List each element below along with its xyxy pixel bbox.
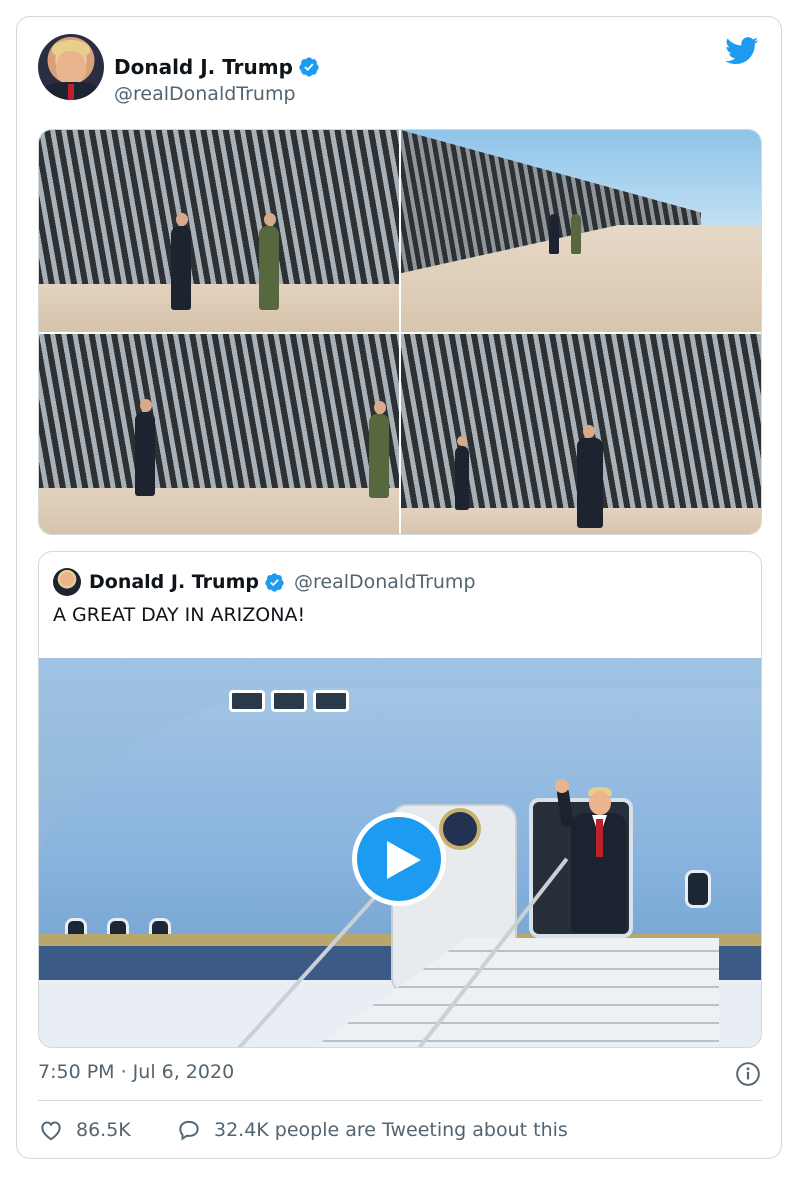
photo-4[interactable] — [401, 334, 761, 534]
photo-grid — [38, 129, 762, 535]
author-name[interactable]: Donald J. Trump — [114, 55, 293, 79]
video-thumbnail[interactable] — [39, 658, 761, 1047]
conversation-link[interactable]: 32.4K people are Tweeting about this — [176, 1117, 568, 1143]
verified-badge-icon — [299, 57, 319, 77]
author-handle[interactable]: @realDonaldTrump — [114, 83, 296, 105]
photo-1[interactable] — [39, 130, 399, 332]
quoted-header: Donald J. Trump @realDonaldTrump — [89, 571, 476, 593]
tweet-timestamp[interactable]: 7:50 PM · Jul 6, 2020 — [38, 1061, 234, 1083]
tweet-card: Donald J. Trump @realDonaldTrump Donald … — [16, 16, 782, 1159]
twitter-bird-icon[interactable] — [725, 37, 759, 65]
like-button[interactable]: 86.5K — [38, 1117, 131, 1143]
author-name-row: Donald J. Trump — [114, 55, 320, 79]
info-icon[interactable] — [735, 1061, 761, 1087]
quoted-author-avatar[interactable] — [53, 568, 81, 596]
conversation-text: 32.4K people are Tweeting about this — [214, 1119, 568, 1141]
quoted-author-handle[interactable]: @realDonaldTrump — [294, 571, 476, 593]
like-count: 86.5K — [76, 1119, 131, 1141]
verified-badge-icon — [265, 572, 284, 592]
speech-bubble-icon — [179, 1120, 199, 1141]
author-avatar[interactable] — [38, 34, 104, 100]
heart-icon — [41, 1121, 61, 1141]
photo-2[interactable] — [401, 130, 761, 332]
play-button[interactable] — [352, 812, 446, 906]
quoted-tweet-text: A GREAT DAY IN ARIZONA! — [53, 604, 306, 626]
quoted-author-name[interactable]: Donald J. Trump — [89, 571, 259, 593]
footer-divider — [38, 1100, 762, 1101]
photo-3[interactable] — [39, 334, 399, 534]
quoted-tweet[interactable]: Donald J. Trump @realDonaldTrump A GREAT… — [38, 551, 762, 1048]
play-icon — [387, 841, 421, 879]
